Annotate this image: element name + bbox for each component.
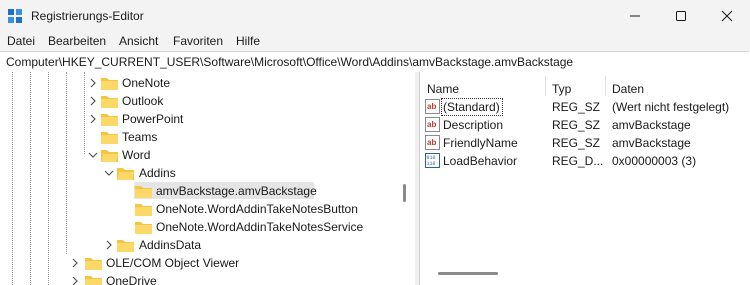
svg-text:ab: ab <box>427 120 436 129</box>
chevron-right-icon[interactable] <box>104 240 114 250</box>
value-type: REG_SZ <box>552 100 601 114</box>
tree-node-onenote[interactable]: OneNote <box>0 74 400 92</box>
chevron-right-icon[interactable] <box>70 258 80 268</box>
folder-icon <box>101 114 118 126</box>
tree-node-addinsdata[interactable]: AddinsData <box>0 236 400 254</box>
folder-icon <box>135 204 152 216</box>
list-scrollbar-thumb[interactable] <box>438 272 498 275</box>
maximize-icon <box>676 11 686 21</box>
column-header-data[interactable]: Daten <box>612 82 644 96</box>
menu-bar: Datei Bearbeiten Ansicht Favoriten Hilfe <box>0 32 750 51</box>
value-row[interactable]: ab (Standard) REG_SZ (Wert nicht festgel… <box>420 98 750 116</box>
tree-node-label: Outlook <box>122 94 164 108</box>
minimize-button[interactable] <box>612 0 658 32</box>
value-type: REG_SZ <box>552 118 601 132</box>
column-divider[interactable] <box>605 76 606 96</box>
tree-node-label: Word <box>122 148 151 162</box>
menu-hilfe[interactable]: Hilfe <box>236 34 260 48</box>
chevron-right-icon[interactable] <box>88 96 98 106</box>
tree-node-amvbackstage[interactable]: amvBackstage.amvBackstage <box>0 182 400 200</box>
value-row[interactable]: 010 110 LoadBehavior REG_D... 0x00000003 … <box>420 152 750 170</box>
value-name: Description <box>443 118 504 132</box>
string-value-icon: ab <box>425 135 440 150</box>
svg-text:ab: ab <box>427 138 436 147</box>
svg-text:110: 110 <box>427 161 436 167</box>
menu-favoriten[interactable]: Favoriten <box>173 34 223 48</box>
tree-node-label: Addins <box>139 166 176 180</box>
tree-node-outlook[interactable]: Outlook <box>0 92 400 110</box>
value-name: FriendlyName <box>443 136 518 150</box>
chevron-down-icon[interactable] <box>88 150 98 160</box>
tree-node-onedrive[interactable]: OneDrive <box>0 272 400 285</box>
folder-icon <box>85 258 102 270</box>
tree-node-label: OneDrive <box>106 274 157 285</box>
value-data: 0x00000003 (3) <box>612 154 697 168</box>
address-path[interactable]: Computer\HKEY_CURRENT_USER\Software\Micr… <box>6 55 573 69</box>
value-name: LoadBehavior <box>443 154 518 168</box>
close-icon <box>721 10 733 22</box>
title-bar[interactable]: Registrierungs-Editor <box>0 0 750 32</box>
value-row[interactable]: ab Description REG_SZ amvBackstage <box>420 116 750 134</box>
tree-node-powerpoint[interactable]: PowerPoint <box>0 110 400 128</box>
dword-value-icon: 010110 <box>425 153 440 168</box>
address-bar[interactable]: Computer\HKEY_CURRENT_USER\Software\Micr… <box>0 51 749 73</box>
folder-icon <box>135 222 152 234</box>
chevron-right-icon[interactable] <box>88 78 98 88</box>
folder-icon <box>101 96 118 108</box>
value-row[interactable]: ab FriendlyName REG_SZ amvBackstage <box>420 134 750 152</box>
key-tree[interactable]: OneNote Outlook PowerPoint Teams Word Ad… <box>0 72 415 285</box>
value-data: amvBackstage <box>612 118 691 132</box>
tree-node-word[interactable]: Word <box>0 146 400 164</box>
value-type: REG_SZ <box>552 136 601 150</box>
tree-node-label: AddinsData <box>139 238 202 252</box>
chevron-right-icon[interactable] <box>70 276 80 285</box>
string-value-icon: ab <box>425 117 440 132</box>
window-title: Registrierungs-Editor <box>31 9 144 23</box>
chevron-right-icon[interactable] <box>88 114 98 124</box>
folder-icon <box>85 276 102 285</box>
tree-node-label: OneNote.WordAddinTakeNotesButton <box>156 202 358 216</box>
column-divider[interactable] <box>545 76 546 96</box>
value-data: (Wert nicht festgelegt) <box>612 100 730 114</box>
menu-bearbeiten[interactable]: Bearbeiten <box>48 34 106 48</box>
chevron-down-icon[interactable] <box>104 168 114 178</box>
menu-datei[interactable]: Datei <box>7 34 35 48</box>
regedit-icon <box>8 9 22 23</box>
close-button[interactable] <box>704 0 750 32</box>
value-name: (Standard) <box>443 100 500 114</box>
svg-text:ab: ab <box>427 102 436 111</box>
folder-open-icon <box>117 168 134 180</box>
tree-node-olecom-viewer[interactable]: OLE/COM Object Viewer <box>0 254 400 272</box>
tree-node-label: OneNote.WordAddinTakeNotesService <box>156 220 364 234</box>
tree-node-takenotes-service[interactable]: OneNote.WordAddinTakeNotesService <box>0 218 400 236</box>
column-header-type[interactable]: Typ <box>552 82 571 96</box>
maximize-button[interactable] <box>658 0 704 32</box>
minimize-icon <box>630 15 640 17</box>
folder-icon <box>117 240 134 252</box>
tree-scrollbar-thumb[interactable] <box>403 184 406 202</box>
tree-node-label: OneNote <box>122 76 171 90</box>
tree-node-teams[interactable]: Teams <box>0 128 400 146</box>
value-data: amvBackstage <box>612 136 691 150</box>
tree-node-label: PowerPoint <box>122 112 184 126</box>
tree-node-addins[interactable]: Addins <box>0 164 400 182</box>
tree-node-label: OLE/COM Object Viewer <box>106 256 240 270</box>
menu-ansicht[interactable]: Ansicht <box>119 34 158 48</box>
tree-node-label: amvBackstage.amvBackstage <box>156 184 317 198</box>
tree-node-label: Teams <box>122 130 158 144</box>
value-type: REG_D... <box>552 154 604 168</box>
string-value-icon: ab <box>425 99 440 114</box>
folder-icon <box>101 132 118 144</box>
folder-icon <box>101 78 118 90</box>
column-header-name[interactable]: Name <box>427 82 459 96</box>
folder-open-icon <box>101 150 118 162</box>
values-list[interactable]: Name Typ Daten ab (Standard) REG_SZ (Wer… <box>419 72 750 285</box>
tree-node-takenotes-button[interactable]: OneNote.WordAddinTakeNotesButton <box>0 200 400 218</box>
folder-icon <box>135 186 152 198</box>
